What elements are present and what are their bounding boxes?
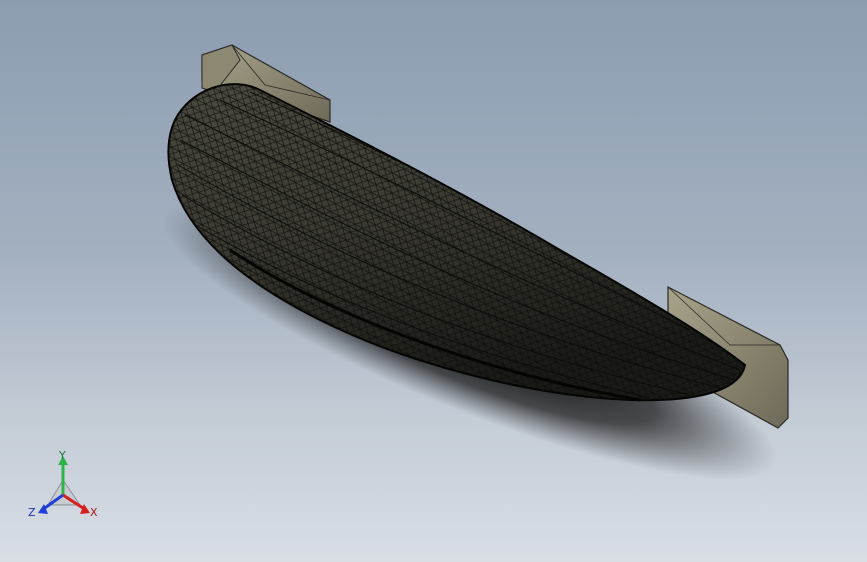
coordinate-triad: Y X Z	[28, 449, 98, 519]
x-axis-label: X	[90, 506, 98, 519]
y-axis-label: Y	[58, 449, 66, 462]
z-axis-label: Z	[28, 506, 36, 519]
model-scene[interactable]: Y X Z	[0, 0, 867, 562]
3d-viewport[interactable]: Y X Z	[0, 0, 867, 562]
curved-shell-body[interactable]	[160, 70, 760, 410]
